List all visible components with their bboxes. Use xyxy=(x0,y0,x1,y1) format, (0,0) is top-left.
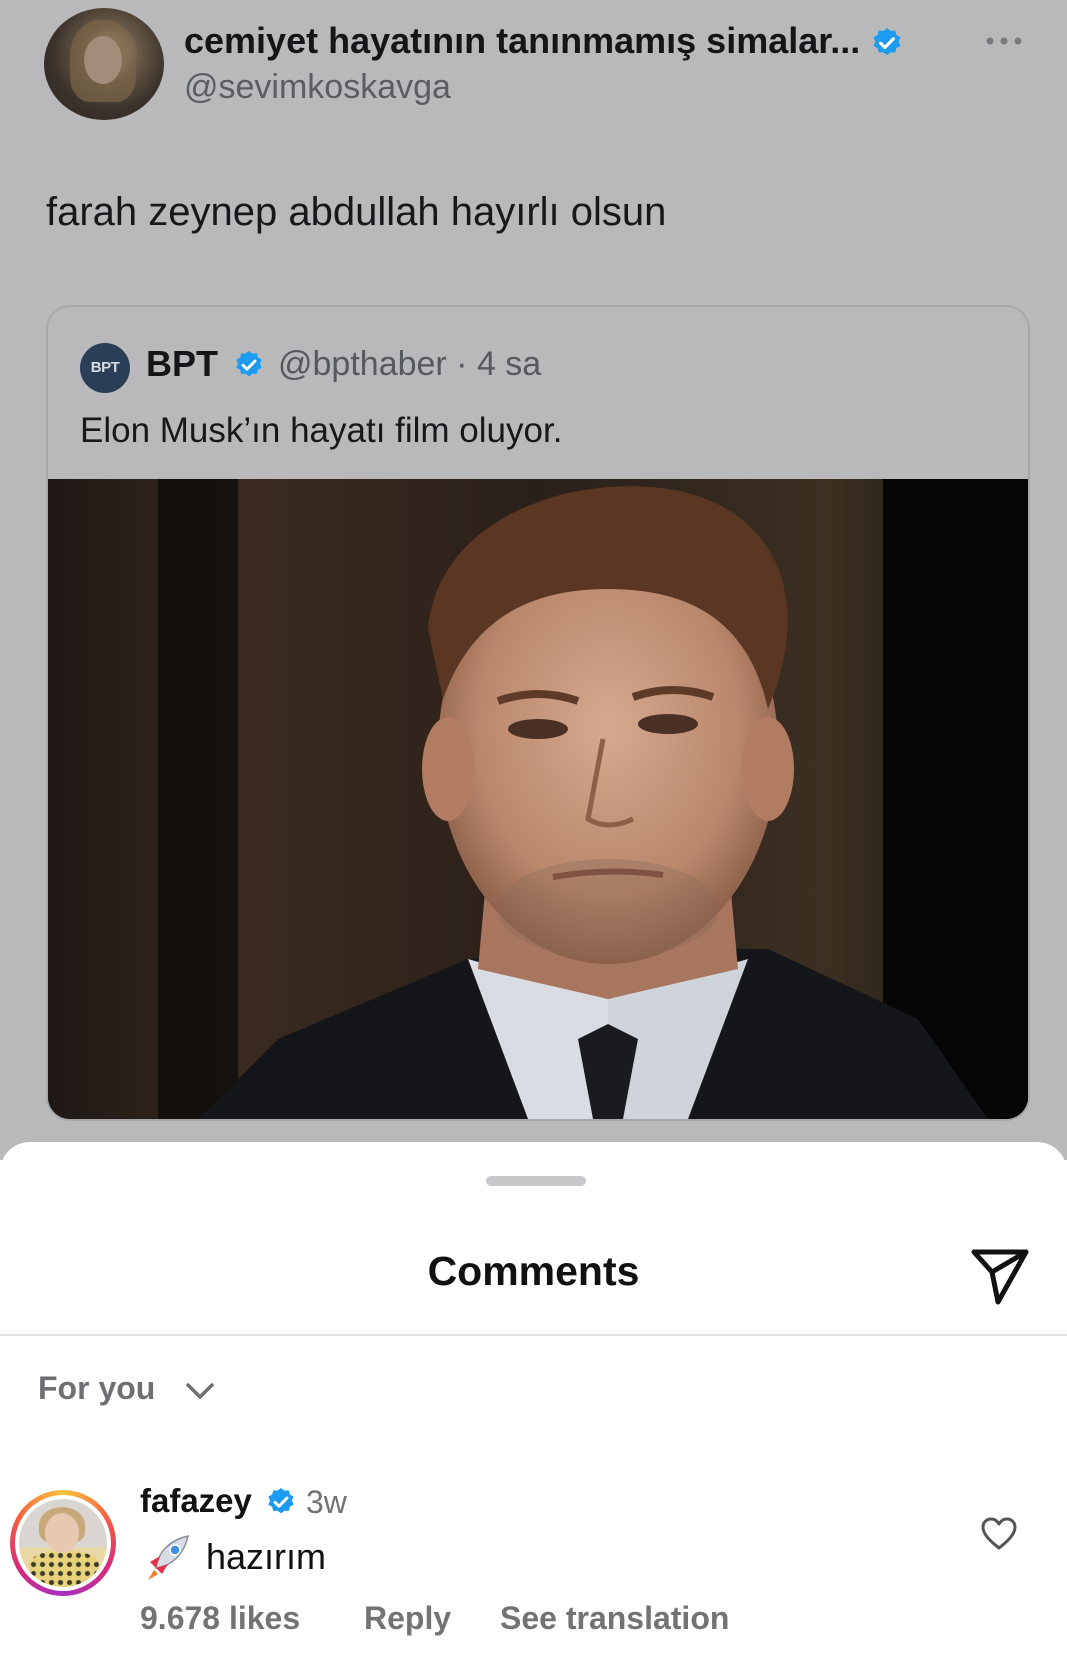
rocket-icon xyxy=(148,1535,189,1580)
verified-icon xyxy=(236,351,262,377)
reply-button[interactable]: Reply xyxy=(364,1600,451,1637)
sheet-grabber[interactable] xyxy=(486,1176,586,1186)
sheet-title: Comments xyxy=(427,1248,640,1294)
quote-name: BPT xyxy=(146,343,218,384)
comments-sheet: Comments For you fafazey 3w hazırım 9.67… xyxy=(0,1142,1067,1654)
quoted-tweet: BPT BPT @bpthaber · 4 sa Elon Musk’ın ha… xyxy=(46,305,1030,1121)
quote-avatar: BPT xyxy=(80,343,130,393)
author-avatar xyxy=(44,8,164,120)
author-handle: @sevimkoskavga xyxy=(184,68,451,106)
quote-text: Elon Musk’ın hayatı film oluyor. xyxy=(80,411,563,450)
quote-photo xyxy=(48,479,1028,1119)
verified-icon xyxy=(873,28,901,56)
heart-icon[interactable] xyxy=(980,1516,1018,1552)
author-display-name: cemiyet hayatının tanınmamış simalar... xyxy=(184,20,904,62)
tweet-screenshot: cemiyet hayatının tanınmamış simalar... … xyxy=(0,0,1067,1160)
send-icon[interactable] xyxy=(968,1242,1032,1306)
commenter-avatar[interactable] xyxy=(10,1490,116,1596)
comment-likes[interactable]: 9.678 likes xyxy=(140,1600,300,1637)
chevron-down-icon[interactable] xyxy=(184,1378,216,1404)
sort-dropdown-label[interactable]: For you xyxy=(38,1370,155,1407)
more-icon[interactable] xyxy=(984,34,1024,48)
comment-text: hazırım xyxy=(206,1536,327,1577)
verified-icon xyxy=(268,1488,294,1514)
sheet-divider xyxy=(0,1334,1067,1336)
see-translation-button[interactable]: See translation xyxy=(500,1600,729,1637)
comment-time: 3w xyxy=(306,1484,347,1520)
quote-handle-time: @bpthaber · 4 sa xyxy=(278,345,542,383)
tweet-text: farah zeynep abdullah hayırlı olsun xyxy=(46,190,667,234)
comment-username[interactable]: fafazey xyxy=(140,1482,252,1520)
